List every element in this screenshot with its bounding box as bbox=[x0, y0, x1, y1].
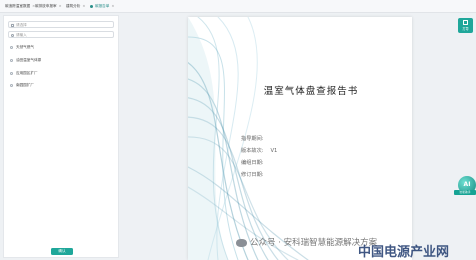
radio-icon[interactable] bbox=[10, 71, 13, 75]
select-placeholder: 请选择 bbox=[16, 23, 27, 27]
list-item[interactable]: 应用园区扩厂 bbox=[10, 70, 38, 77]
site-watermark: 中国电源产业网 bbox=[358, 245, 450, 260]
tab-emission-review[interactable]: 碳排放申报审 × bbox=[35, 2, 62, 10]
tab-label: 碳排放申报审 bbox=[35, 4, 57, 8]
list-item[interactable]: 油田温室气体源 bbox=[10, 57, 41, 64]
radio-icon[interactable] bbox=[10, 58, 13, 62]
tab-label: 碳报告单 bbox=[95, 4, 110, 8]
list-item[interactable]: 南园园扩厂 bbox=[10, 82, 34, 89]
document-title: 温室气体盘查报告书 bbox=[263, 86, 359, 97]
tab-label: 碳追踪温室数据 bbox=[5, 4, 31, 8]
field-label: 修订日期: bbox=[241, 172, 264, 178]
field-label: 编组日期: bbox=[241, 160, 264, 166]
select-field[interactable]: 请选择 bbox=[8, 21, 114, 28]
confirm-button[interactable]: 确认 bbox=[51, 248, 73, 255]
export-button[interactable]: 打导 bbox=[458, 18, 473, 33]
close-icon[interactable]: × bbox=[111, 4, 114, 8]
search-icon bbox=[10, 33, 14, 37]
field-label: 版本故次: bbox=[241, 148, 264, 154]
wechat-icon bbox=[236, 238, 247, 247]
ai-assistant-sublabel: 智能助手 bbox=[454, 190, 476, 195]
wechat-watermark: 公众号 · 安科瑞智慧能源解决方案 bbox=[236, 236, 377, 248]
tab-carbon-report[interactable]: 碳报告单 × bbox=[90, 2, 114, 10]
field-compile-date: 编组日期: bbox=[241, 159, 264, 166]
list-item[interactable]: 天然气燃气 bbox=[10, 44, 34, 51]
export-label: 打导 bbox=[462, 27, 469, 31]
document-icon bbox=[10, 23, 14, 27]
ai-label: AI bbox=[463, 181, 471, 188]
close-icon[interactable]: × bbox=[59, 4, 62, 8]
list-item-label: 天然气燃气 bbox=[16, 45, 34, 49]
active-dot-icon bbox=[90, 4, 93, 8]
tab-bar: 碳追踪温室数据 × 碳排放申报审 × 建筑分析 × 碳报告单 × bbox=[0, 0, 476, 13]
wave-decoration bbox=[188, 17, 309, 260]
report-document: 温室气体盘查报告书 指导期间: 版本故次: V1 编组日期: 修订日期: bbox=[188, 17, 412, 260]
list-item-label: 南园园扩厂 bbox=[16, 83, 34, 87]
field-version: 版本故次: V1 bbox=[241, 147, 277, 154]
field-label: 指导期间: bbox=[241, 136, 264, 142]
export-icon bbox=[463, 20, 468, 25]
radio-icon[interactable] bbox=[10, 83, 13, 87]
list-item-label: 应用园区扩厂 bbox=[16, 71, 38, 75]
radio-icon[interactable] bbox=[10, 45, 13, 49]
search-placeholder: 请输入 bbox=[16, 33, 27, 37]
field-revision-date: 修订日期: bbox=[241, 171, 264, 178]
tab-label: 建筑分析 bbox=[66, 4, 81, 8]
close-icon[interactable]: × bbox=[82, 4, 85, 8]
list-item-label: 油田温室气体源 bbox=[16, 58, 42, 62]
left-panel: 请选择 请输入 天然气燃气 油田温室气体源 应用园区扩厂 南园园扩厂 确认 bbox=[3, 15, 119, 258]
tab-carbon-tracking[interactable]: 碳追踪温室数据 × bbox=[5, 2, 35, 10]
tab-building-analysis[interactable]: 建筑分析 × bbox=[66, 2, 85, 10]
field-value: V1 bbox=[270, 148, 278, 154]
search-input[interactable]: 请输入 bbox=[8, 31, 114, 38]
field-guidance-period: 指导期间: bbox=[241, 135, 264, 142]
